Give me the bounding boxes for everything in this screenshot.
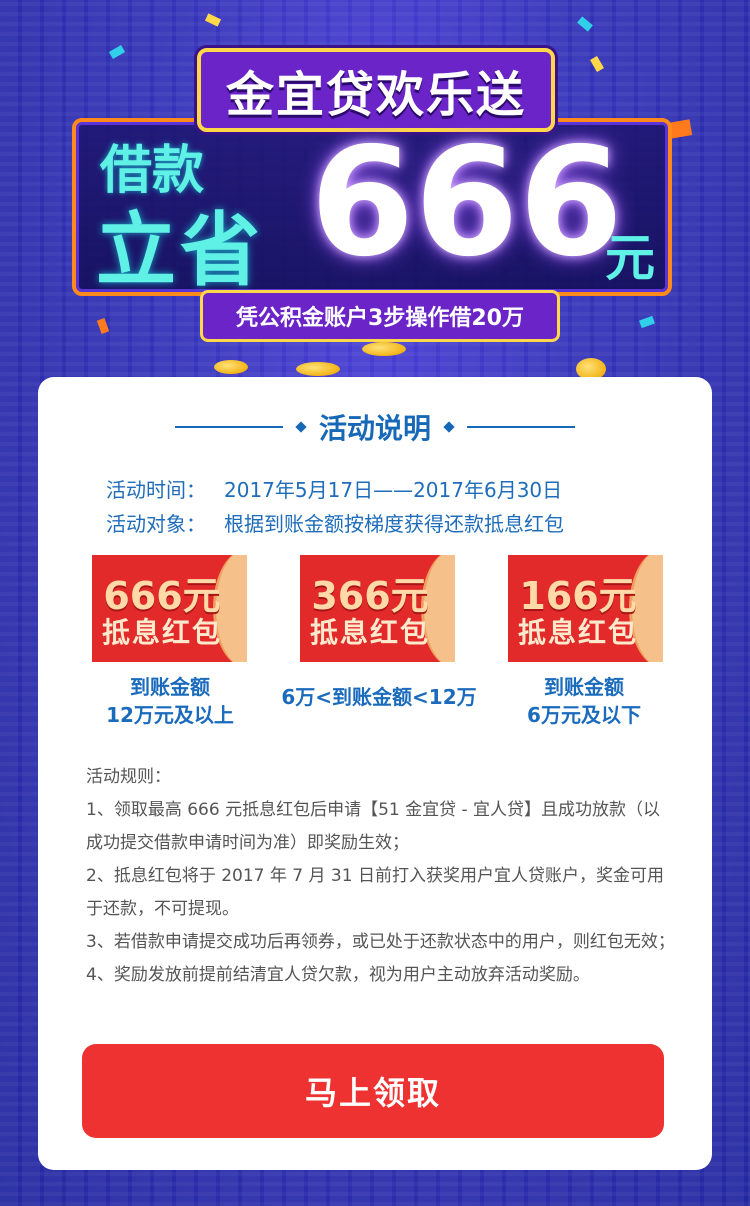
coupon-caption-line1: 6万<到账金额<12万	[281, 685, 477, 709]
info-time-value: 2017年5月17日——2017年6月30日	[224, 478, 563, 502]
section-title: 活动说明	[318, 412, 431, 445]
hero-lisheng-text: 立省	[96, 204, 264, 297]
diamond-icon	[295, 421, 307, 433]
info-time-label: 活动时间：	[106, 478, 206, 502]
coupon-name: 抵息红包	[309, 616, 430, 649]
diamond-icon	[443, 421, 455, 433]
coupon-caption-line1: 到账金额	[130, 675, 210, 699]
activity-card: 活动说明 活动时间： 2017年5月17日——2017年6月30日 活动对象： 根据…	[38, 377, 712, 1170]
rule-item: 4、奖励发放前提前结清宜人贷欠款，视为用户主动放弃活动奖励。	[86, 965, 590, 985]
info-time: 活动时间： 2017年5月17日——2017年6月30日	[106, 474, 562, 503]
rules-section: 活动规则： 1、领取最高 666 元抵息红包后申请【51 金宜贷 - 宜人贷】且…	[86, 761, 676, 992]
coin-decoration	[296, 362, 340, 376]
coupon-name: 抵息红包	[101, 616, 222, 649]
info-target-label: 活动对象：	[106, 512, 206, 536]
claim-now-button[interactable]: 马上领取	[82, 1044, 664, 1138]
hero-title: 金宜贷欢乐送	[225, 67, 526, 123]
coin-decoration	[362, 342, 406, 356]
rules-heading: 活动规则：	[86, 767, 171, 787]
coupon-366: 366元 抵息红包	[300, 555, 455, 662]
coupon-caption-666: 到账金额 12万元及以上	[70, 673, 270, 729]
hero-subtitle: 凭公积金账户3步操作借20万	[200, 290, 560, 342]
coupon-name: 抵息红包	[517, 616, 638, 649]
info-target-value: 根据到账金额按梯度获得还款抵息红包	[224, 512, 564, 536]
coupon-caption-166: 到账金额 6万元及以下	[484, 673, 684, 729]
coupon-caption-line2: 6万元及以下	[527, 703, 641, 727]
coupon-caption-line2: 12万元及以上	[106, 703, 234, 727]
rule-item: 2、抵息红包将于 2017 年 7 月 31 日前打入获奖用户宜人贷账户，奖金可…	[86, 866, 664, 919]
rule-item: 1、领取最高 666 元抵息红包后申请【51 金宜贷 - 宜人贷】且成功放款（以…	[86, 800, 661, 853]
rule-item: 3、若借款申请提交成功后再领券，或已处于还款状态中的用户，则红包无效；	[86, 932, 675, 952]
info-target: 活动对象： 根据到账金额按梯度获得还款抵息红包	[106, 508, 564, 537]
coupon-caption-366: 6万<到账金额<12万	[266, 683, 492, 711]
hero-unit: 元	[605, 229, 655, 287]
hero-amount: 666	[310, 116, 624, 290]
coupon-caption-line1: 到账金额	[544, 675, 624, 699]
coupon-666: 666元 抵息红包	[92, 555, 247, 662]
coin-decoration	[214, 360, 248, 374]
coupon-166: 166元 抵息红包	[508, 555, 663, 662]
header-line-right	[467, 426, 575, 428]
section-header: 活动说明	[38, 407, 712, 447]
header-line-left	[174, 426, 283, 428]
